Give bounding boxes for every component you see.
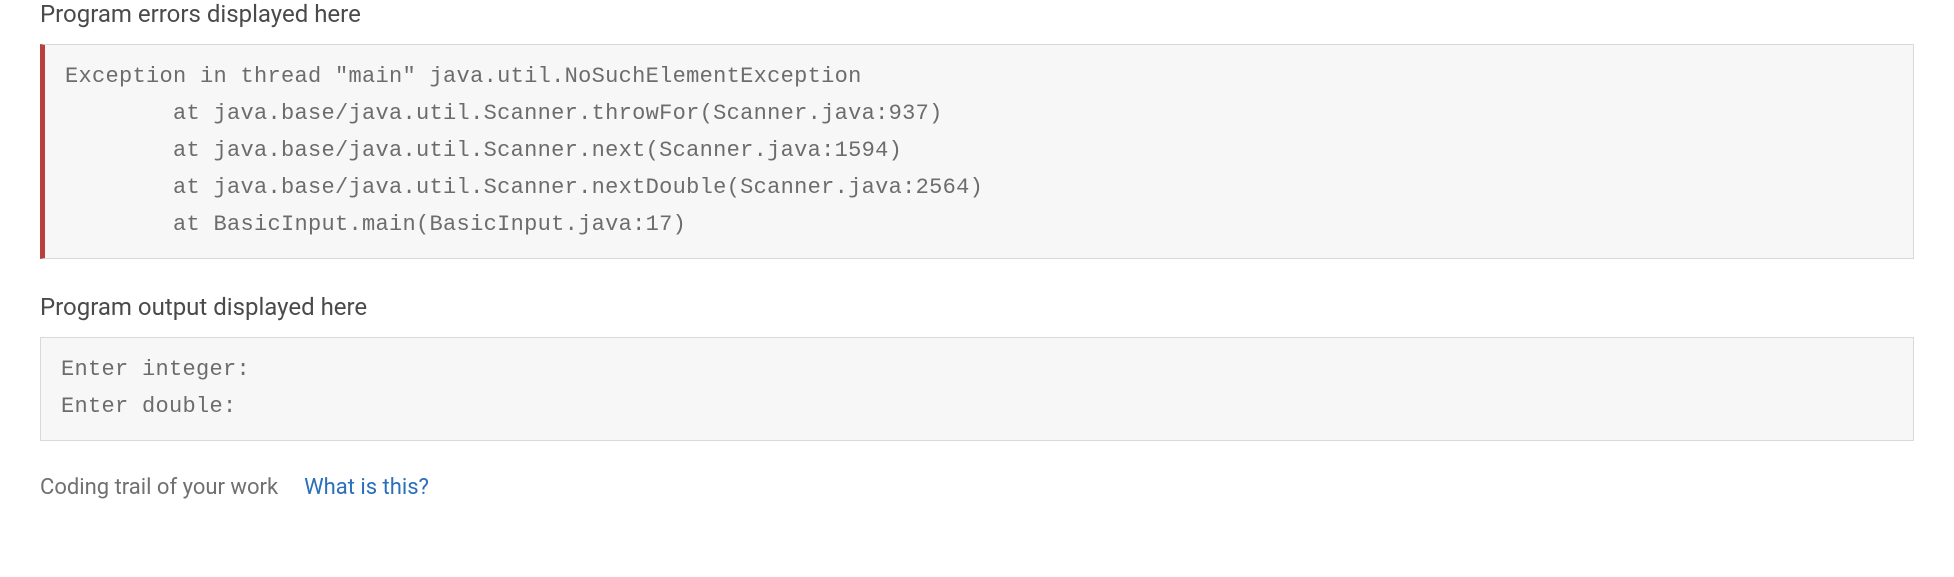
coding-trail-label: Coding trail of your work (40, 475, 278, 500)
footer-row: Coding trail of your work What is this? (40, 475, 1914, 500)
program-output-text: Enter integer: Enter double: (61, 352, 1893, 426)
program-errors-text: Exception in thread "main" java.util.NoS… (65, 59, 1893, 244)
program-output-box: Enter integer: Enter double: (40, 337, 1914, 441)
program-errors-box: Exception in thread "main" java.util.NoS… (40, 44, 1914, 259)
what-is-this-link[interactable]: What is this? (304, 475, 429, 500)
program-errors-heading: Program errors displayed here (40, 0, 1914, 28)
program-output-heading: Program output displayed here (40, 293, 1914, 321)
